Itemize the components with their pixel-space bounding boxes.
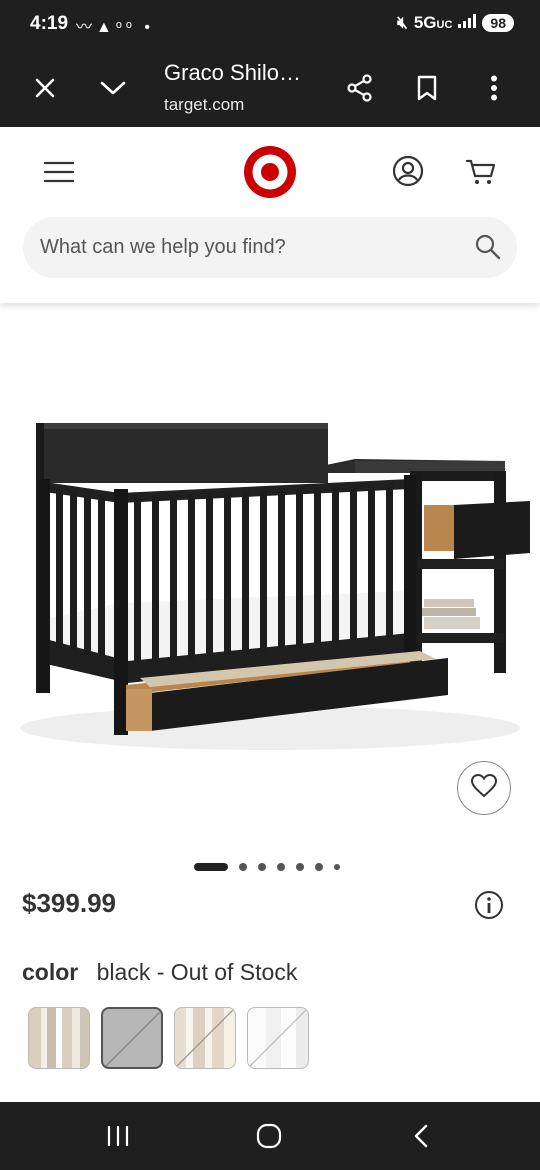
mute-icon: 🔇︎ <box>397 13 408 32</box>
system-nav-bar <box>0 1102 540 1170</box>
color-value: black - Out of Stock <box>96 959 298 985</box>
target-logo[interactable] <box>243 145 297 199</box>
heart-icon <box>470 773 498 803</box>
search-input[interactable] <box>40 217 460 278</box>
network-sub: UC <box>436 19 453 31</box>
pagination-dot-active[interactable] <box>194 863 228 871</box>
swatch-natural-stripe[interactable] <box>174 1007 236 1069</box>
signal-icon <box>458 13 477 33</box>
search-icon[interactable] <box>475 234 503 262</box>
pagination-dot[interactable] <box>334 864 340 870</box>
pagination-dot[interactable] <box>296 863 304 871</box>
out-of-stock-slash <box>176 1009 234 1067</box>
network-label: 5G <box>413 13 437 32</box>
back-icon[interactable] <box>401 1118 441 1154</box>
pagination-dot[interactable] <box>239 863 247 871</box>
menu-icon[interactable] <box>40 154 78 190</box>
browser-toolbar: Graco Shilo… target.com <box>0 48 540 127</box>
more-options-icon[interactable] <box>474 68 514 108</box>
share-icon[interactable] <box>340 68 380 108</box>
out-of-stock-slash <box>104 1010 161 1067</box>
info-icon[interactable] <box>474 890 504 920</box>
notification-icons: 〰▲ᵒᵒ • <box>76 19 154 36</box>
pagination-dot[interactable] <box>315 863 323 871</box>
status-bar: 4:19 〰▲ᵒᵒ • 🔇︎ 5GUC 98 <box>0 0 540 48</box>
account-icon[interactable] <box>390 153 426 189</box>
bookmark-icon[interactable] <box>407 68 447 108</box>
recent-apps-icon[interactable] <box>98 1118 138 1154</box>
status-right: 🔇︎ 5GUC 98 <box>397 13 514 33</box>
battery-indicator: 98 <box>482 14 514 32</box>
out-of-stock-slash <box>249 1009 307 1067</box>
pagination-dot[interactable] <box>277 863 285 871</box>
image-pagination[interactable] <box>194 862 340 872</box>
product-image[interactable] <box>0 303 540 843</box>
color-selection: color black - Out of Stock <box>22 959 297 986</box>
color-label: color <box>22 959 79 985</box>
search-box <box>23 217 517 278</box>
color-swatches <box>28 1007 309 1069</box>
chevron-down-icon[interactable] <box>93 68 133 108</box>
page-url[interactable]: target.com <box>164 95 244 115</box>
cart-icon[interactable] <box>462 154 500 190</box>
site-header <box>0 127 540 303</box>
swatch-white[interactable] <box>247 1007 309 1069</box>
close-icon[interactable] <box>25 68 65 108</box>
home-icon[interactable] <box>249 1118 289 1154</box>
page-title[interactable]: Graco Shilo… <box>164 60 301 86</box>
network-indicator: 5GUC <box>414 13 453 33</box>
pagination-dot[interactable] <box>258 863 266 871</box>
swatch-beige-stripe[interactable] <box>28 1007 90 1069</box>
swatch-gray[interactable] <box>101 1007 163 1069</box>
product-price: $399.99 <box>22 888 116 918</box>
favorite-button[interactable] <box>457 761 511 815</box>
status-time: 4:19 <box>30 13 69 34</box>
